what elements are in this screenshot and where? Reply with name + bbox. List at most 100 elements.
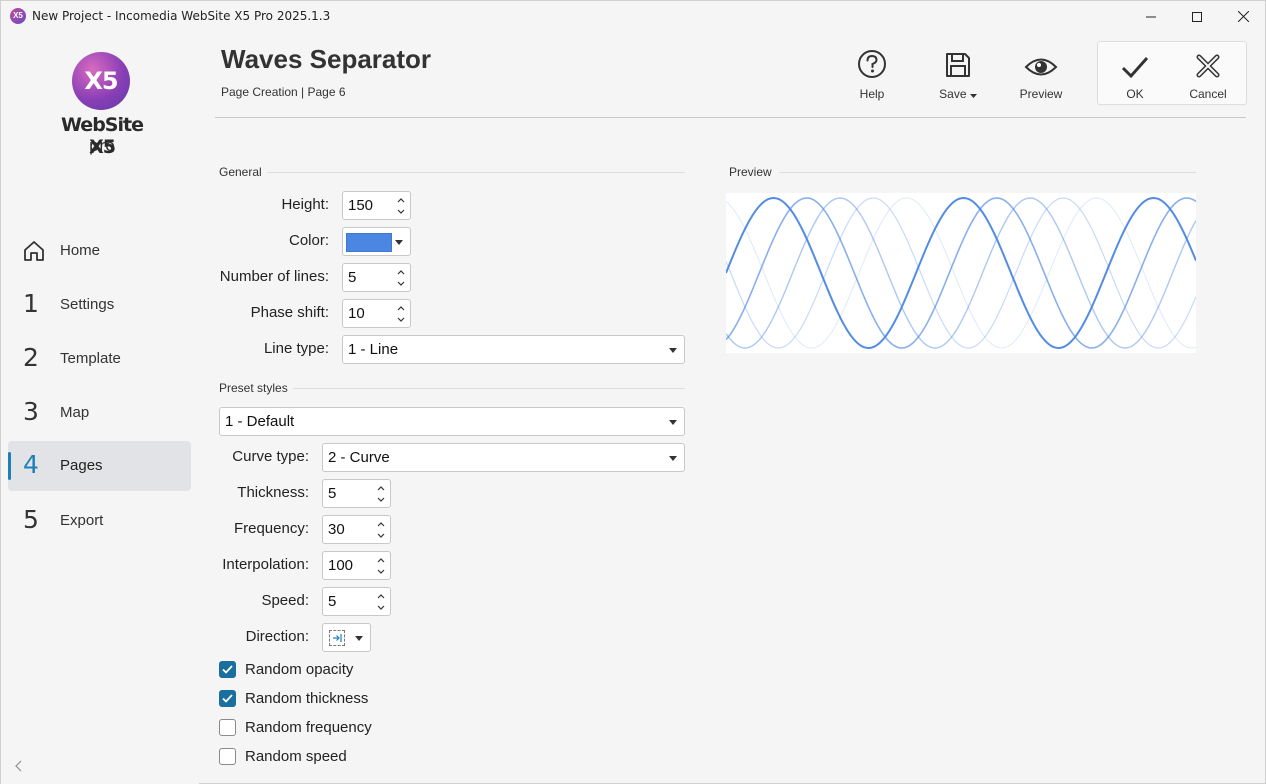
- home-icon: [24, 241, 44, 261]
- random-opacity-label[interactable]: Random opacity: [245, 661, 353, 678]
- sidebar-item-home[interactable]: Home: [8, 226, 191, 276]
- save-button[interactable]: Save: [933, 45, 983, 101]
- cancel-button[interactable]: Cancel: [1185, 45, 1231, 101]
- direction-label: Direction:: [245, 628, 309, 645]
- close-icon: [1237, 11, 1249, 22]
- height-stepper[interactable]: 150: [342, 191, 411, 220]
- maximize-button[interactable]: [1174, 1, 1220, 32]
- logo-edition: pro: [88, 136, 116, 155]
- sidebar-item-map[interactable]: 3 Map: [8, 388, 191, 438]
- breadcrumb: Page Creation | Page 6: [221, 85, 346, 99]
- stepper-arrows-icon[interactable]: [396, 303, 406, 325]
- page-title: Waves Separator: [221, 44, 432, 74]
- section-preset: Preset styles: [219, 381, 288, 395]
- app-icon: X5: [10, 8, 26, 24]
- cancel-label: Cancel: [1189, 87, 1227, 101]
- minimize-button[interactable]: [1128, 1, 1174, 32]
- sidebar: X5 WebSite X5 pro Home 1 Settings 2 Temp…: [1, 32, 199, 784]
- stepper-arrows-icon[interactable]: [376, 555, 386, 577]
- random-frequency-checkbox[interactable]: [219, 719, 236, 736]
- save-icon: [946, 53, 970, 77]
- stepper-arrows-icon[interactable]: [376, 483, 386, 505]
- stepper-arrows-icon[interactable]: [396, 267, 406, 289]
- phase-stepper[interactable]: 10: [342, 299, 411, 328]
- random-thickness-checkbox[interactable]: [219, 690, 236, 707]
- ok-label: OK: [1126, 87, 1144, 101]
- linetype-label: Line type:: [263, 340, 329, 357]
- color-picker[interactable]: [342, 227, 411, 256]
- chevron-down-icon: [669, 456, 677, 461]
- sidebar-item-export[interactable]: 5 Export: [8, 496, 191, 546]
- checkmark-icon: [222, 694, 233, 703]
- stepper-arrows-icon[interactable]: [376, 591, 386, 613]
- help-button[interactable]: Help: [847, 45, 897, 101]
- preview-button[interactable]: Preview: [1015, 45, 1067, 101]
- lines-stepper[interactable]: 5: [342, 263, 411, 292]
- thickness-stepper[interactable]: 5: [322, 479, 391, 508]
- chevron-down-icon: [669, 420, 677, 425]
- close-button[interactable]: [1220, 1, 1266, 32]
- interpolation-label: Interpolation:: [222, 556, 309, 573]
- random-frequency-label[interactable]: Random frequency: [245, 719, 372, 736]
- section-general: General: [219, 165, 262, 179]
- save-label: Save: [939, 87, 967, 101]
- linetype-value: 1 - Line: [348, 341, 399, 358]
- section-divider: [779, 172, 1196, 173]
- stepper-arrows-icon[interactable]: [396, 195, 406, 217]
- chevron-down-icon: [669, 348, 677, 353]
- step-number: 4: [23, 450, 39, 479]
- frequency-value: 30: [328, 521, 345, 538]
- lines-label: Number of lines:: [219, 268, 329, 285]
- sidebar-item-label: Settings: [60, 296, 115, 313]
- curve-label: Curve type:: [232, 448, 309, 465]
- direction-select[interactable]: [322, 623, 371, 652]
- section-divider: [267, 172, 685, 173]
- height-value: 150: [348, 197, 374, 214]
- header-divider: [215, 117, 1246, 118]
- thickness-value: 5: [328, 485, 337, 502]
- window-title: New Project - Incomedia WebSite X5 Pro 2…: [32, 9, 331, 23]
- preset-style-select[interactable]: 1 - Default: [219, 407, 685, 436]
- sidebar-item-label: Home: [60, 242, 101, 259]
- curve-type-select[interactable]: 2 - Curve: [322, 443, 685, 472]
- ok-button[interactable]: OK: [1115, 45, 1155, 101]
- logo-mark: X5: [72, 52, 130, 110]
- chevron-left-icon: [15, 760, 22, 772]
- eye-icon: [1024, 58, 1058, 76]
- speed-value: 5: [328, 593, 337, 610]
- curve-type-value: 2 - Curve: [328, 449, 390, 466]
- frequency-stepper[interactable]: 30: [322, 515, 391, 544]
- section-divider: [293, 388, 685, 389]
- stepper-arrows-icon[interactable]: [376, 519, 386, 541]
- random-speed-label[interactable]: Random speed: [245, 748, 347, 765]
- step-number: 1: [23, 289, 39, 318]
- speed-stepper[interactable]: 5: [322, 587, 391, 616]
- checkmark-icon: [222, 665, 233, 674]
- random-thickness-label[interactable]: Random thickness: [245, 690, 368, 707]
- app-window: X5 New Project - Incomedia WebSite X5 Pr…: [0, 0, 1266, 784]
- preview-label: Preview: [1019, 87, 1063, 101]
- interpolation-stepper[interactable]: 100: [322, 551, 391, 580]
- sidebar-item-label: Map: [60, 404, 90, 421]
- sidebar-item-label: Template: [60, 350, 121, 367]
- phase-value: 10: [348, 305, 365, 322]
- random-speed-checkbox[interactable]: [219, 748, 236, 765]
- chevron-down-icon: [355, 636, 363, 641]
- step-number: 5: [23, 505, 39, 534]
- wave-preview: [726, 193, 1196, 353]
- sidebar-item-pages[interactable]: 4 Pages: [8, 441, 191, 491]
- color-swatch: [346, 233, 392, 252]
- help-label: Help: [859, 87, 885, 101]
- linetype-select[interactable]: 1 - Line: [342, 335, 685, 364]
- random-opacity-checkbox[interactable]: [219, 661, 236, 678]
- step-number: 2: [23, 343, 39, 372]
- step-number: 3: [23, 397, 39, 426]
- sidebar-item-settings[interactable]: 1 Settings: [8, 280, 191, 330]
- help-icon: [858, 50, 886, 78]
- lines-value: 5: [348, 269, 357, 286]
- collapse-sidebar-button[interactable]: [15, 759, 23, 775]
- sidebar-item-template[interactable]: 2 Template: [8, 334, 191, 384]
- interpolation-value: 100: [328, 557, 354, 574]
- product-logo: X5 WebSite X5 pro: [47, 52, 161, 162]
- minimize-icon: [1146, 16, 1156, 17]
